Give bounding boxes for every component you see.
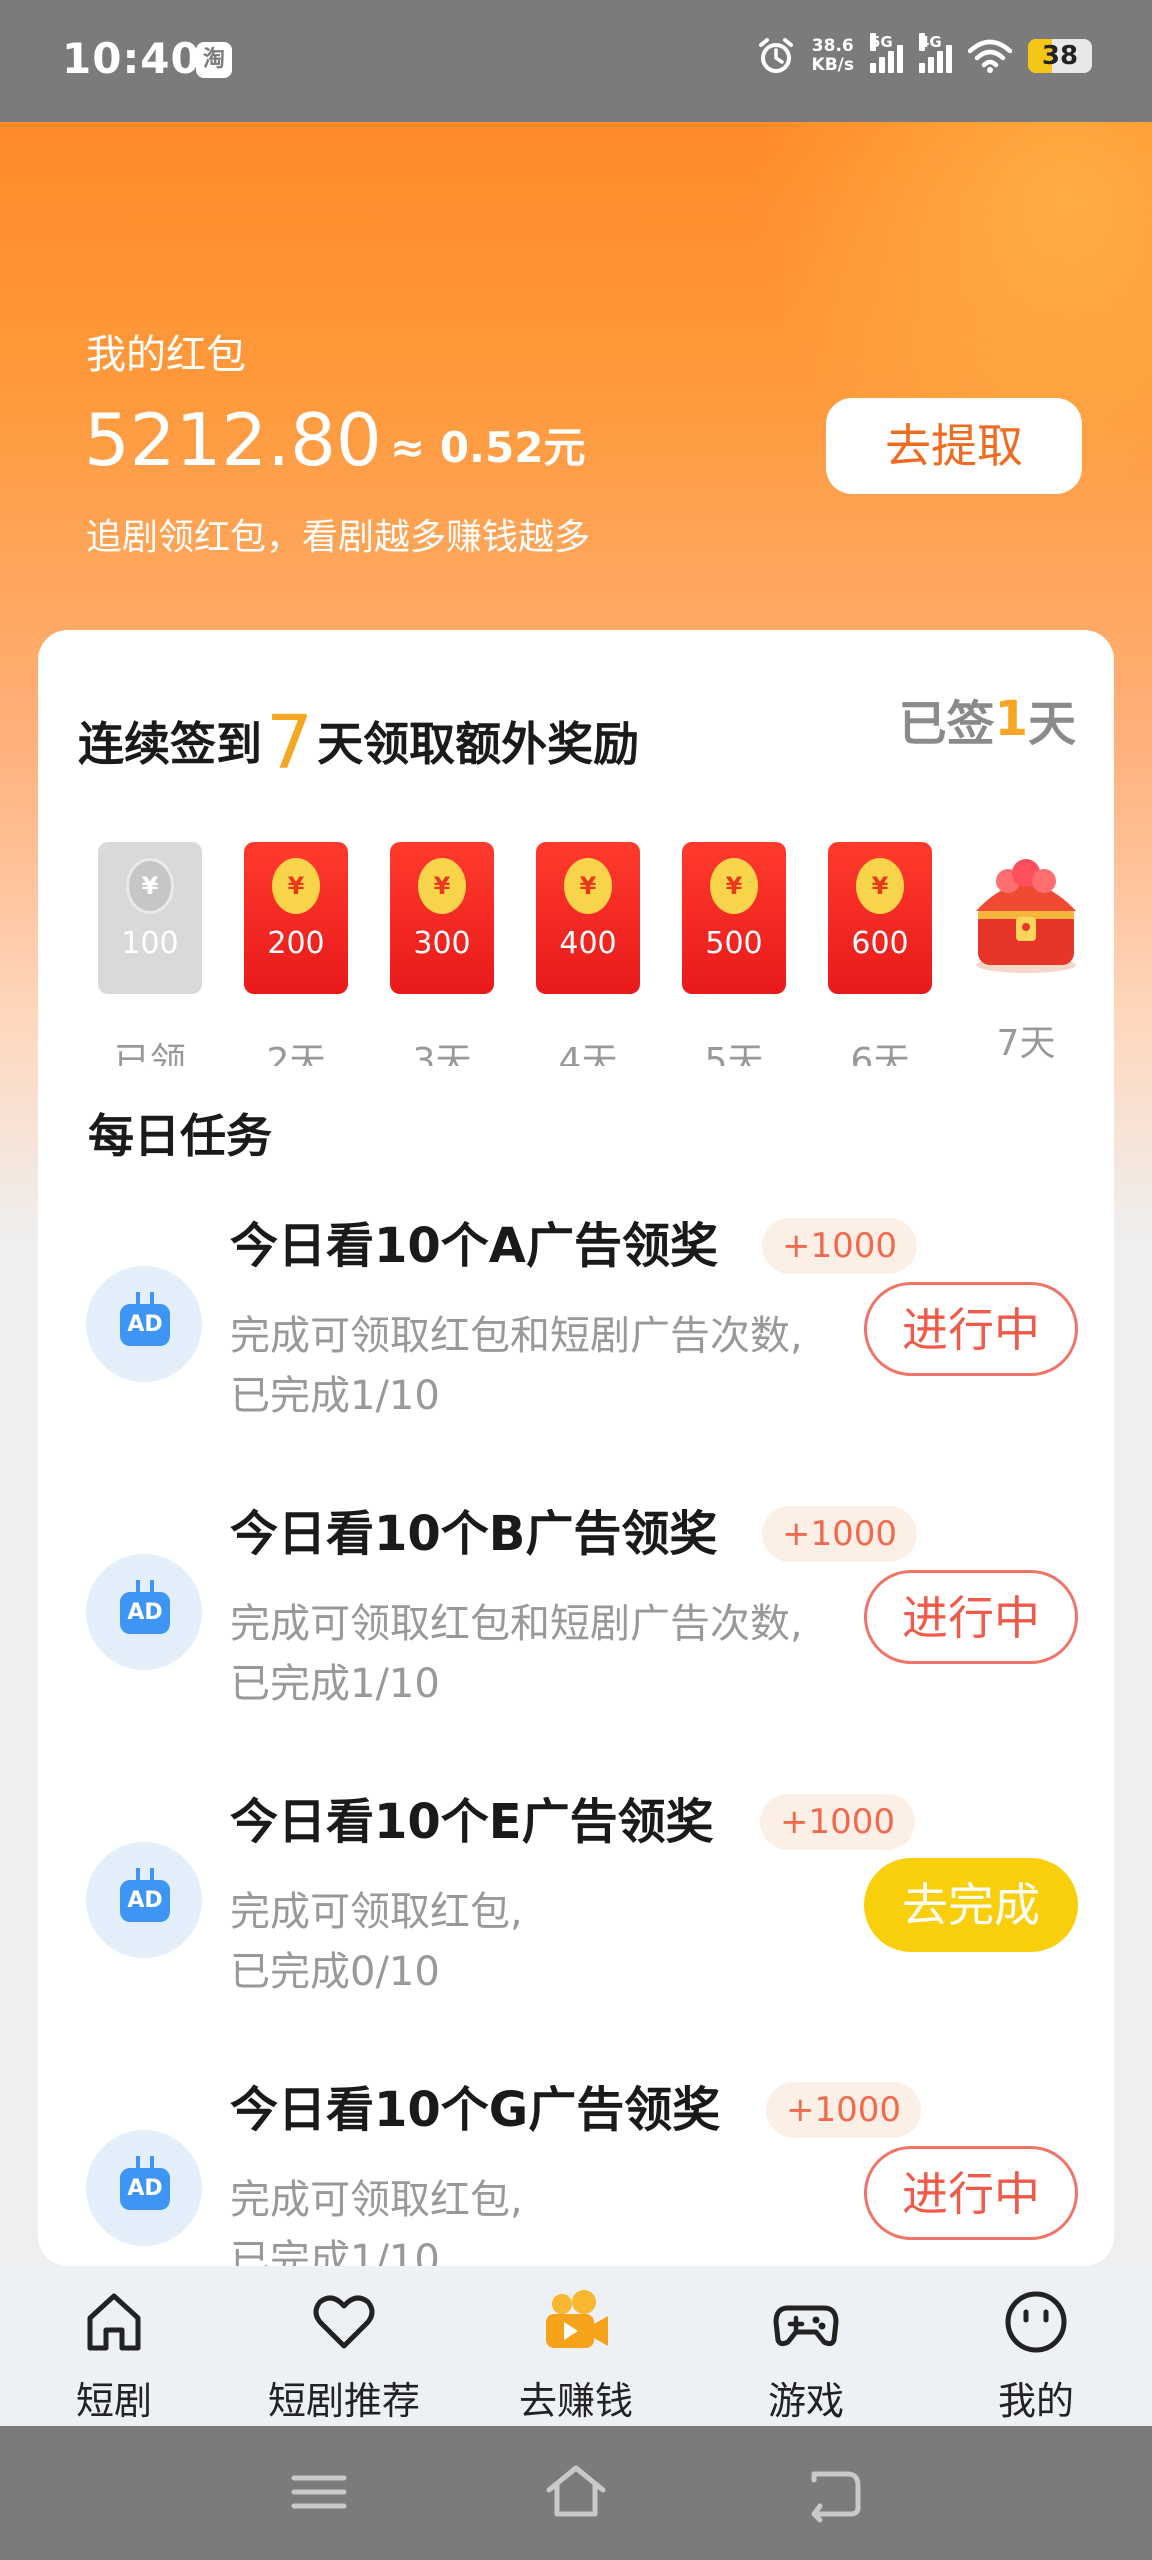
taobao-notification-icon: 淘	[196, 42, 232, 78]
red-envelope-icon: ¥ 600	[828, 842, 932, 994]
task-status-button[interactable]: 进行中	[864, 1570, 1078, 1664]
checkin-title: 连续签到 7 天领取额外奖励	[78, 700, 640, 786]
ad-tv-icon: AD	[86, 1842, 202, 1958]
checkin-day-7[interactable]: 7天	[974, 842, 1078, 1066]
wallet-approx-value: ≈ 0.52元	[390, 423, 586, 472]
task-reward-badge: +1000	[766, 2082, 922, 2138]
home-nav-icon[interactable]	[541, 2460, 611, 2524]
nav-tab-recommend[interactable]: 短剧推荐	[244, 2266, 444, 2426]
task-description: 完成可领取红包和短剧广告次数, 已完成1/10	[230, 1313, 803, 1419]
wifi-icon	[968, 39, 1012, 73]
bottom-navigation: 短剧 短剧推荐 去赚钱 游戏 我的	[0, 2266, 1152, 2426]
signal-5g-icon: 5G	[870, 33, 903, 73]
nav-tab-short-drama[interactable]: 短剧	[14, 2266, 214, 2426]
ad-tv-icon: AD	[86, 1554, 202, 1670]
task-start-button[interactable]: 去完成	[864, 1858, 1078, 1952]
task-item: AD 今日看10个B广告领奖 +1000 完成可领取红包和短剧广告次数, 已完成…	[38, 1494, 1114, 1754]
wallet-label: 我的红包	[86, 332, 246, 378]
daily-tasks-card: 每日任务 AD 今日看10个A广告领奖 +1000 完成可领取红包和短剧广告次数…	[38, 1066, 1114, 2283]
signal-4g-icon: 4G	[919, 33, 952, 73]
status-time: 10:40	[62, 34, 201, 83]
coin-icon: ¥	[856, 858, 904, 914]
coin-icon: ¥	[272, 858, 320, 914]
nav-tab-earn[interactable]: 去赚钱	[476, 2266, 676, 2426]
alarm-icon	[758, 38, 793, 73]
back-icon[interactable]	[798, 2460, 868, 2524]
video-camera-icon	[546, 2290, 608, 2348]
nav-tab-mine[interactable]: 我的	[936, 2266, 1136, 2426]
checkin-day-2[interactable]: ¥ 200 2天	[244, 842, 348, 1084]
face-icon	[1005, 2291, 1067, 2353]
task-reward-badge: +1000	[760, 1794, 916, 1850]
wallet-amount: 5212.80	[84, 398, 382, 482]
checkin-signed-count: 已签 1 天	[898, 691, 1076, 752]
home-icon	[87, 2293, 141, 2351]
coin-icon: ¥	[418, 858, 466, 914]
nav-tab-games[interactable]: 游戏	[706, 2266, 906, 2426]
coin-icon: ¥	[710, 858, 758, 914]
red-envelope-icon: ¥ 300	[390, 842, 494, 994]
task-status-button[interactable]: 进行中	[864, 1282, 1078, 1376]
withdraw-button[interactable]: 去提取	[826, 398, 1082, 494]
task-name: 今日看10个A广告领奖	[230, 1218, 718, 1274]
task-item: AD 今日看10个E广告领奖 +1000 完成可领取红包, 已完成0/10 去完…	[38, 1782, 1114, 2042]
coin-icon: ¥	[564, 858, 612, 914]
red-envelope-icon: ¥ 500	[682, 842, 786, 994]
red-envelope-icon: ¥ 200	[244, 842, 348, 994]
checkin-day-4[interactable]: ¥ 400 4天	[536, 842, 640, 1084]
network-speed: 38.6 KB/s	[811, 36, 854, 75]
coin-icon: ¥	[126, 858, 174, 914]
red-envelope-icon: ¥ 100	[98, 842, 202, 994]
task-name: 今日看10个G广告领奖	[230, 2082, 721, 2138]
checkin-day-1[interactable]: ¥ 100 已领	[98, 842, 202, 1084]
wallet-subtitle: 追剧领红包，看剧越多赚钱越多	[86, 517, 591, 558]
battery-icon: 38	[1028, 39, 1092, 73]
task-item: AD 今日看10个A广告领奖 +1000 完成可领取红包和短剧广告次数, 已完成…	[38, 1206, 1114, 1466]
status-icons: 38.6 KB/s 5G 4G 38	[756, 33, 1092, 76]
ad-tv-icon: AD	[86, 1266, 202, 1382]
task-reward-badge: +1000	[762, 1218, 918, 1274]
system-navigation-bar	[0, 2426, 1152, 2560]
checkin-day-6[interactable]: ¥ 600 6天	[828, 842, 932, 1084]
task-name: 今日看10个E广告领奖	[230, 1794, 714, 1850]
checkin-day-5[interactable]: ¥ 500 5天	[682, 842, 786, 1084]
gamepad-icon	[773, 2305, 839, 2347]
daily-tasks-title: 每日任务	[88, 1109, 272, 1163]
task-description: 完成可领取红包, 已完成0/10	[230, 1889, 523, 1995]
red-envelope-icon: ¥ 400	[536, 842, 640, 994]
checkin-day-3[interactable]: ¥ 300 3天	[390, 842, 494, 1084]
menu-icon[interactable]	[284, 2460, 354, 2524]
task-name: 今日看10个B广告领奖	[230, 1506, 718, 1562]
heart-icon	[313, 2295, 375, 2349]
task-status-button[interactable]: 进行中	[864, 2146, 1078, 2240]
treasure-chest-icon	[976, 859, 1076, 973]
status-bar: 10:40 淘 38.6 KB/s 5G 4G 38	[0, 0, 1152, 122]
task-reward-badge: +1000	[762, 1506, 918, 1562]
task-description: 完成可领取红包和短剧广告次数, 已完成1/10	[230, 1601, 803, 1707]
ad-tv-icon: AD	[86, 2130, 202, 2246]
